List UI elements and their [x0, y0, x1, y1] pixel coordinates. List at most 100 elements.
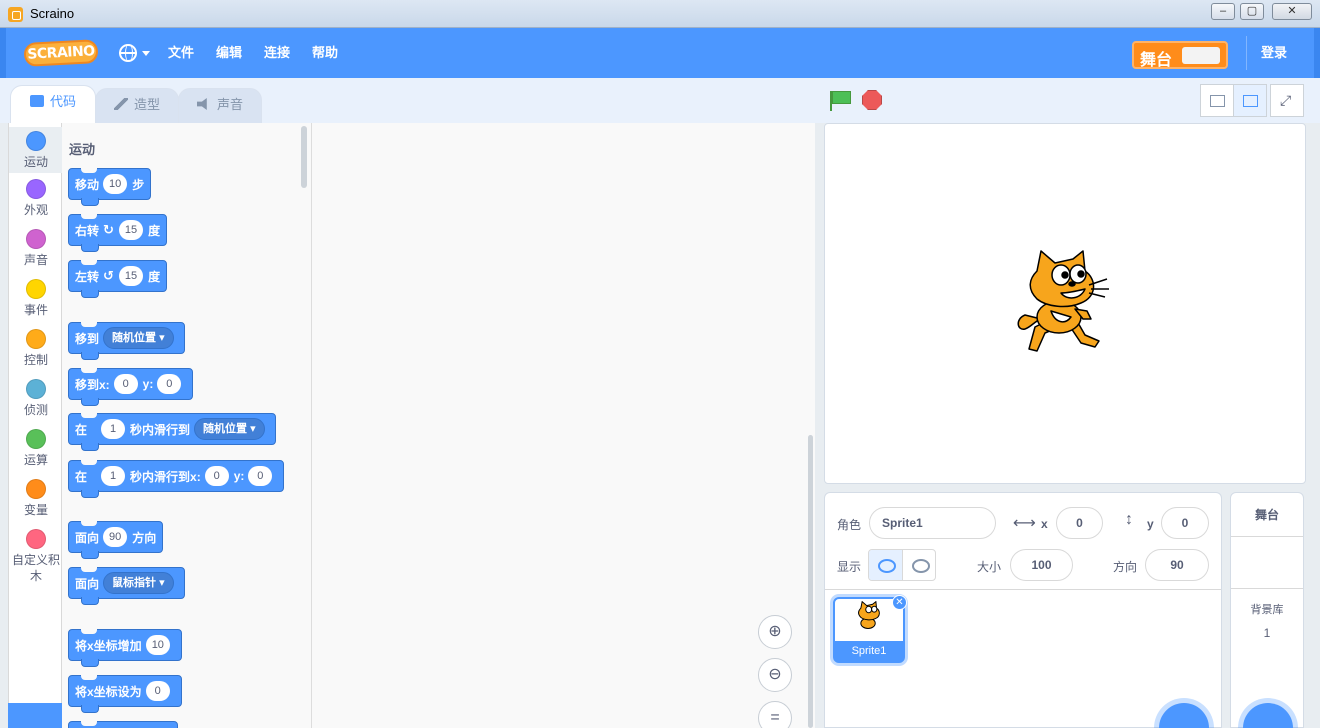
delete-sprite-icon[interactable]: ✕ [892, 595, 907, 610]
code-icon [29, 95, 44, 107]
scraino-logo[interactable]: SCRAINO [23, 39, 99, 67]
block-text: 秒内滑行到 [130, 422, 191, 437]
x-input[interactable]: 0 [204, 466, 229, 486]
language-globe-icon[interactable] [119, 44, 137, 62]
category-dot [26, 479, 46, 499]
block-text: 左转 [75, 269, 100, 284]
block-glide-to[interactable]: 在 1 秒内滑行到 随机位置 [68, 413, 276, 451]
category-menu: 运动 外观 声音 事件 控制 侦测 运算 变量 自定义积木 [8, 123, 63, 728]
workspace-scrollbar[interactable] [808, 435, 813, 728]
block-goto[interactable]: 移到 随机位置 [68, 322, 185, 360]
palette-heading: 运动 [69, 142, 96, 157]
number-input[interactable]: 10 [103, 174, 128, 194]
size-input[interactable] [1010, 549, 1073, 581]
x-position-input[interactable] [1056, 507, 1103, 539]
block-move-steps[interactable]: 移动 10 步 [68, 168, 152, 206]
block-set-x[interactable]: 将x坐标设为 0 [68, 675, 182, 713]
sprite-name-input[interactable] [869, 507, 996, 539]
chevron-down-icon[interactable] [142, 51, 150, 56]
seconds-input[interactable]: 1 [101, 466, 126, 486]
cat-sprite[interactable] [1015, 249, 1115, 359]
x-input[interactable]: 0 [113, 374, 138, 394]
block-text: 步 [132, 177, 145, 192]
category-events[interactable]: 事件 [9, 279, 63, 318]
direction-input[interactable]: 90 [103, 527, 128, 547]
tab-sounds[interactable]: 声音 [178, 88, 262, 123]
green-flag-icon[interactable] [829, 90, 851, 112]
fullscreen-icon: ⤢ [1280, 92, 1292, 108]
zoom-reset-icon[interactable]: = [758, 701, 792, 728]
category-control[interactable]: 控制 [9, 329, 63, 368]
stage-selector-pane[interactable]: 舞台 背景库 1 [1230, 492, 1304, 728]
category-sensing[interactable]: 侦测 [9, 379, 63, 418]
palette-scrollbar[interactable] [301, 126, 307, 188]
small-stage-button[interactable] [1200, 84, 1234, 117]
tab-sounds-label: 声音 [216, 97, 243, 112]
y-input[interactable]: 0 [248, 466, 273, 486]
category-variables[interactable]: 变量 [9, 479, 63, 518]
fullscreen-button[interactable]: ⤢ [1270, 84, 1304, 117]
block-partial[interactable] [68, 721, 178, 728]
menu-help[interactable]: 帮助 [312, 28, 338, 78]
target-dropdown[interactable]: 随机位置 [194, 418, 265, 440]
block-turn-right[interactable]: 右转 ↻ 15 度 [68, 214, 168, 252]
category-motion[interactable]: 运动 [9, 127, 63, 173]
category-label: 事件 [23, 303, 48, 317]
eye-icon[interactable] [869, 550, 903, 580]
category-looks[interactable]: 外观 [9, 179, 63, 218]
stage-mode-toggle[interactable]: 舞台 [1132, 41, 1228, 69]
category-my-blocks[interactable]: 自定义积木 [9, 529, 63, 584]
category-label: 运动 [23, 155, 48, 169]
stage-canvas[interactable] [824, 123, 1306, 484]
category-dot [26, 229, 46, 249]
add-extension-button[interactable] [8, 703, 62, 728]
seconds-input[interactable]: 1 [101, 419, 126, 439]
number-input[interactable]: 15 [118, 266, 144, 286]
y-input[interactable]: 0 [157, 374, 182, 394]
close-icon[interactable]: ✕ [1272, 3, 1312, 20]
block-text: 在 [75, 469, 88, 484]
maximize-icon[interactable]: ▢ [1240, 3, 1264, 20]
block-text: 度 [148, 269, 161, 284]
minimize-icon[interactable]: – [1211, 3, 1235, 20]
divider [825, 589, 1221, 590]
number-input[interactable]: 15 [118, 220, 144, 240]
block-goto-xy[interactable]: 移到x: 0 y: 0 [68, 368, 194, 406]
tab-costumes[interactable]: 造型 [95, 88, 179, 123]
stage-thumbnail[interactable] [1231, 537, 1303, 589]
add-backdrop-button[interactable] [1243, 703, 1293, 728]
category-operators[interactable]: 运算 [9, 429, 63, 468]
visibility-toggle [868, 549, 936, 581]
block-glide-xy[interactable]: 在 1 秒内滑行到x: 0 y: 0 [68, 460, 285, 498]
block-point-direction[interactable]: 面向 90 方向 [68, 521, 164, 559]
target-dropdown[interactable]: 随机位置 [103, 327, 174, 349]
tab-code[interactable]: 代码 [10, 85, 96, 123]
block-change-x[interactable]: 将x坐标增加 10 [68, 629, 182, 667]
block-text: 右转 [75, 223, 100, 238]
menu-connect[interactable]: 连接 [264, 28, 290, 78]
script-workspace[interactable]: ⊕ ⊖ = [312, 123, 815, 728]
normal-stage-button[interactable] [1233, 84, 1267, 117]
menu-edit[interactable]: 编辑 [216, 28, 242, 78]
eye-off-icon[interactable] [903, 550, 935, 580]
sprite-thumbnail[interactable]: ✕ Sprite1 [833, 595, 907, 663]
menu-file[interactable]: 文件 [168, 28, 194, 78]
zoom-out-icon[interactable]: ⊖ [758, 658, 792, 692]
block-text: 面向 [75, 576, 100, 591]
target-dropdown[interactable]: 鼠标指针 [103, 572, 174, 594]
zoom-in-icon[interactable]: ⊕ [758, 615, 792, 649]
category-sound[interactable]: 声音 [9, 229, 63, 268]
number-input[interactable]: 10 [145, 635, 170, 655]
sprite-name-label: 角色 [837, 518, 862, 532]
block-point-towards[interactable]: 面向 鼠标指针 [68, 567, 185, 605]
y-position-input[interactable] [1161, 507, 1209, 539]
add-sprite-button[interactable] [1159, 703, 1209, 728]
login-button[interactable]: 登录 [1261, 28, 1287, 78]
number-input[interactable]: 0 [145, 681, 170, 701]
sprite-thumbnail-name: Sprite1 [835, 641, 903, 661]
block-turn-left[interactable]: 左转 ↺ 15 度 [68, 260, 168, 298]
stop-icon[interactable] [862, 90, 882, 110]
toggle-switch[interactable] [1182, 47, 1220, 64]
direction-input[interactable] [1145, 549, 1209, 581]
category-dot [26, 131, 46, 151]
